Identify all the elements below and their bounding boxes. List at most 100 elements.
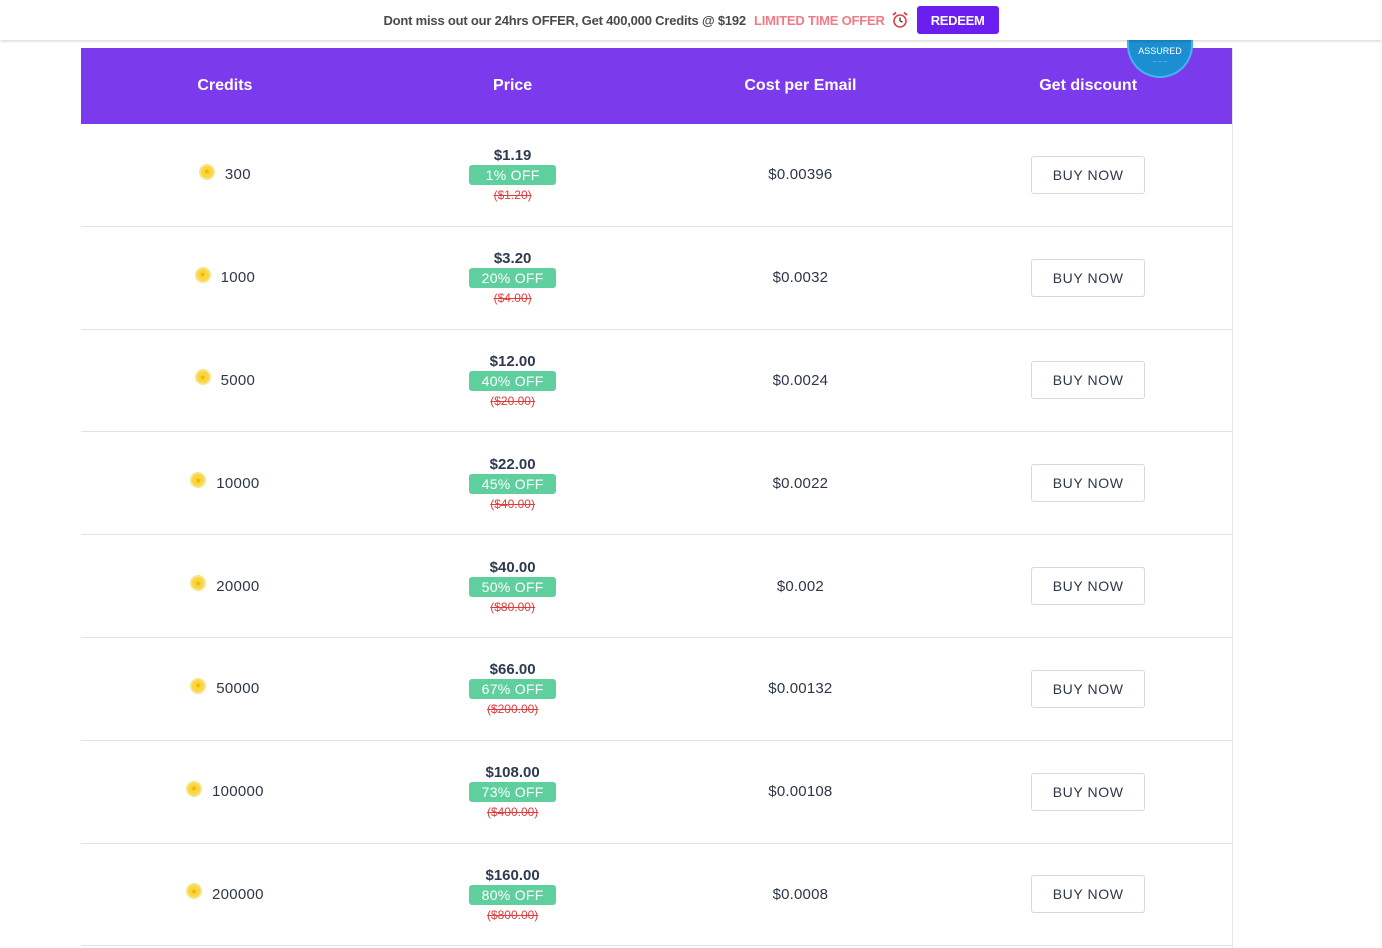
discount-cell: BUY NOW [944, 464, 1232, 503]
alarm-clock-icon [891, 11, 909, 29]
credits-value: 50000 [216, 680, 260, 698]
cost-per-email-value: $0.002 [776, 577, 824, 595]
coin-icon: ★ [185, 780, 202, 797]
discount-badge: 50% OFF [469, 576, 557, 597]
cost-per-email-cell: $0.0024 [657, 372, 945, 389]
header-price: Price [493, 77, 533, 94]
table-header: Credits Price Cost per Email Get discoun… [81, 48, 1232, 124]
coin-icon: ★ [198, 163, 215, 180]
credits-value: 5000 [220, 371, 256, 389]
original-price: ($400.00) [486, 805, 539, 820]
credits-value: 200000 [211, 885, 264, 903]
price-value: $108.00 [485, 764, 540, 782]
buy-now-button[interactable]: BUY NOW [1031, 258, 1146, 297]
price-cell: $3.20 20% OFF ($4.00) [369, 250, 657, 305]
price-cell: $40.00 50% OFF ($80.00) [369, 559, 657, 614]
cost-per-email-cell: $0.00108 [657, 783, 945, 800]
price-value: $160.00 [485, 866, 540, 884]
buy-now-button[interactable]: BUY NOW [1031, 155, 1146, 194]
cost-per-email-cell: $0.0032 [657, 269, 945, 286]
badge-decoration: — — — [1152, 58, 1168, 63]
coin-icon: ★ [194, 369, 211, 386]
offer-bar: Dont miss out our 24hrs OFFER, Get 400,0… [0, 0, 1382, 40]
cost-per-email-value: $0.0008 [772, 885, 829, 903]
pricing-table: Credits Price Cost per Email Get discoun… [81, 36, 1233, 948]
original-price: ($80.00) [490, 599, 535, 614]
cost-per-email-cell: $0.00396 [657, 166, 945, 183]
discount-cell: BUY NOW [944, 155, 1232, 194]
table-row: ★ 300 $1.19 1% OFF ($1.20) $0.00396 BUY … [81, 124, 1232, 227]
credits-cell: ★ 100000 [81, 780, 369, 801]
cost-per-email-value: $0.00108 [768, 783, 833, 801]
cost-per-email-cell: $0.00132 [657, 680, 945, 697]
table-row: ★ 10000 $22.00 45% OFF ($40.00) $0.0022 … [81, 432, 1232, 536]
credits-cell: ★ 5000 [81, 369, 369, 389]
table-row: ★ 200000 $160.00 80% OFF ($800.00) $0.00… [81, 844, 1232, 947]
buy-now-button[interactable]: BUY NOW [1031, 669, 1146, 708]
assured-badge-text: ASSURED [1138, 46, 1182, 56]
header-cost-per-email: Cost per Email [744, 77, 857, 94]
cost-per-email-cell: $0.0022 [657, 475, 945, 492]
credits-value: 300 [224, 166, 251, 184]
discount-cell: BUY NOW [944, 361, 1232, 400]
credits-value: 1000 [220, 269, 256, 287]
table-body: ★ 300 $1.19 1% OFF ($1.20) $0.00396 BUY … [81, 124, 1232, 947]
credits-cell: ★ 20000 [81, 575, 369, 595]
discount-cell: BUY NOW [944, 669, 1232, 708]
cost-per-email-value: $0.00396 [768, 166, 833, 184]
discount-cell: BUY NOW [944, 772, 1232, 811]
buy-now-button[interactable]: BUY NOW [1031, 772, 1146, 811]
limited-time-label: LIMITED TIME OFFER [753, 12, 885, 28]
price-value: $1.19 [493, 147, 532, 165]
credits-value: 10000 [216, 474, 260, 492]
discount-badge: 1% OFF [469, 165, 557, 186]
table-row: ★ 5000 $12.00 40% OFF ($20.00) $0.0024 B… [81, 330, 1232, 433]
offer-text: Dont miss out our 24hrs OFFER, Get 400,0… [383, 12, 746, 28]
price-value: $40.00 [489, 558, 536, 576]
buy-now-button[interactable]: BUY NOW [1031, 464, 1146, 503]
redeem-button[interactable]: REDEEM [916, 6, 999, 34]
credits-cell: ★ 300 [81, 163, 369, 184]
discount-cell: BUY NOW [944, 258, 1232, 297]
coin-icon: ★ [194, 266, 211, 283]
credits-value: 100000 [211, 783, 264, 801]
discount-cell: BUY NOW [944, 567, 1232, 606]
price-cell: $1.19 1% OFF ($1.20) [369, 147, 657, 202]
credits-cell: ★ 1000 [81, 266, 369, 287]
coin-icon: ★ [190, 472, 207, 489]
cost-per-email-value: $0.00132 [768, 680, 833, 698]
header-get-discount: Get discount [1039, 77, 1138, 94]
price-cell: $66.00 67% OFF ($200.00) [369, 661, 657, 716]
cost-per-email-value: $0.0032 [772, 269, 829, 287]
buy-now-button[interactable]: BUY NOW [1031, 361, 1146, 400]
original-price: ($1.20) [493, 188, 532, 203]
coin-icon: ★ [190, 575, 207, 592]
table-row: ★ 50000 $66.00 67% OFF ($200.00) $0.0013… [81, 638, 1232, 741]
original-price: ($4.00) [493, 291, 532, 306]
price-value: $3.20 [493, 250, 532, 268]
price-cell: $22.00 45% OFF ($40.00) [369, 456, 657, 511]
discount-badge: 80% OFF [469, 884, 557, 905]
price-value: $66.00 [489, 661, 536, 679]
cost-per-email-value: $0.0022 [772, 474, 829, 492]
coin-icon: ★ [190, 677, 207, 694]
discount-badge: 40% OFF [469, 370, 557, 391]
credits-cell: ★ 10000 [81, 472, 369, 492]
table-row: ★ 20000 $40.00 50% OFF ($80.00) $0.002 B… [81, 535, 1232, 638]
cost-per-email-cell: $0.0008 [657, 886, 945, 903]
original-price: ($200.00) [486, 702, 539, 717]
discount-badge: 67% OFF [469, 679, 557, 700]
discount-badge: 45% OFF [469, 473, 557, 494]
coin-icon: ★ [185, 883, 202, 900]
credits-cell: ★ 50000 [81, 677, 369, 698]
price-value: $12.00 [489, 352, 536, 370]
buy-now-button[interactable]: BUY NOW [1031, 567, 1146, 606]
cost-per-email-cell: $0.002 [657, 578, 945, 595]
original-price: ($40.00) [490, 496, 535, 511]
discount-badge: 20% OFF [469, 268, 557, 289]
table-row: ★ 1000 $3.20 20% OFF ($4.00) $0.0032 BUY… [81, 227, 1232, 330]
header-credits: Credits [197, 77, 253, 94]
credits-value: 20000 [216, 577, 260, 595]
price-cell: $160.00 80% OFF ($800.00) [369, 867, 657, 922]
price-cell: $108.00 73% OFF ($400.00) [369, 764, 657, 819]
